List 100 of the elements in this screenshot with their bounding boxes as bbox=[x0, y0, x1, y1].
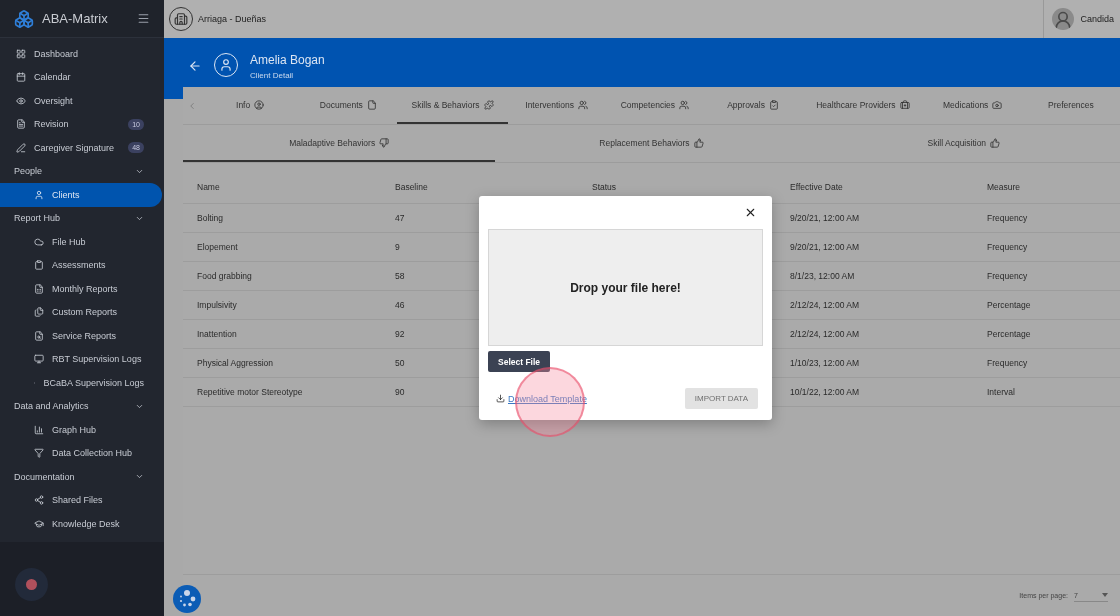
download-icon bbox=[496, 394, 505, 403]
sidebar-label: RBT Supervision Logs bbox=[52, 354, 143, 365]
tab[interactable]: Interventions bbox=[507, 87, 606, 124]
sidebar-item[interactable]: RBT Supervision Logs bbox=[0, 347, 162, 371]
back-arrow-icon[interactable] bbox=[188, 59, 202, 73]
table-cell: 2/12/24, 12:00 AM bbox=[790, 329, 859, 339]
sidebar-section[interactable]: Data and Analytics bbox=[0, 394, 164, 418]
cloud-icon bbox=[34, 236, 44, 247]
sidebar-section[interactable]: Documentation bbox=[0, 465, 164, 489]
file-drop-zone[interactable]: Drop your file here! bbox=[488, 229, 763, 346]
tab[interactable]: Info bbox=[201, 87, 300, 124]
tab[interactable]: Skill Acquisition bbox=[807, 125, 1120, 162]
sidebar-item[interactable]: Calendar bbox=[0, 65, 162, 89]
table-cell: Repetitive motor Stereotype bbox=[197, 387, 303, 397]
loading-button[interactable] bbox=[173, 585, 201, 613]
user-icon bbox=[34, 189, 44, 200]
sidebar-label: BCaBA Supervision Logs bbox=[43, 377, 144, 388]
table-cell: 50 bbox=[395, 358, 405, 368]
sidebar-label: Service Reports bbox=[52, 330, 118, 341]
sidebar-item[interactable]: Data Collection Hub bbox=[0, 441, 162, 465]
sidebar-item[interactable]: Oversight bbox=[0, 89, 162, 113]
sidebar-label: Oversight bbox=[34, 95, 74, 106]
section-label: Documentation bbox=[14, 471, 76, 482]
table-cell: Impulsivity bbox=[197, 300, 237, 310]
sidebar-item[interactable]: Knowledge Desk bbox=[0, 512, 162, 536]
pen-icon bbox=[16, 142, 26, 153]
eye-icon bbox=[16, 95, 26, 106]
clipboard-check-icon bbox=[769, 99, 779, 110]
avatar-icon[interactable] bbox=[1052, 8, 1075, 30]
document-icon bbox=[16, 119, 26, 130]
sidebar-label: Calendar bbox=[34, 72, 72, 83]
sidebar-item[interactable]: BCaBA Supervision Logs bbox=[0, 371, 162, 395]
calendar-icon bbox=[16, 72, 26, 83]
tab[interactable]: Approvals bbox=[703, 87, 803, 124]
thumbs-up-icon bbox=[990, 137, 1001, 148]
sidebar-item[interactable]: Graph Hub bbox=[0, 418, 162, 442]
table-cell: 46 bbox=[395, 300, 405, 310]
tab[interactable]: Skills & Behaviors bbox=[397, 87, 508, 124]
table-cell: Inattention bbox=[197, 329, 237, 339]
sidebar-label: Clients bbox=[52, 189, 81, 200]
tab[interactable]: Competencies bbox=[605, 87, 704, 124]
sidebar-section[interactable]: Report Hub bbox=[0, 206, 164, 230]
table-cell: 1/10/23, 12:00 AM bbox=[790, 358, 859, 368]
sidebar-item[interactable]: Assessments bbox=[0, 253, 162, 277]
app-name: ABA-Matrix bbox=[42, 11, 109, 26]
tab[interactable]: Maladaptive Behaviors bbox=[183, 125, 496, 162]
file-icon bbox=[366, 99, 377, 110]
sidebar-label: Caregiver Signature bbox=[34, 142, 116, 153]
table-cell: Percentage bbox=[987, 329, 1031, 339]
sidebar-label: File Hub bbox=[52, 236, 87, 247]
spreadsheet-icon bbox=[34, 283, 44, 294]
sidebar-item[interactable]: Service Reports bbox=[0, 324, 162, 348]
sidebar-label: Custom Reports bbox=[52, 307, 119, 318]
table-cell: Frequency bbox=[987, 213, 1028, 223]
record-button[interactable] bbox=[15, 568, 48, 601]
bar-chart-icon bbox=[34, 424, 44, 435]
tab[interactable]: Preferences bbox=[1021, 87, 1120, 124]
table-cell: 2/12/24, 12:00 AM bbox=[790, 300, 859, 310]
table-cell: Frequency bbox=[987, 358, 1028, 368]
page-subtitle: Client Detail bbox=[250, 71, 295, 80]
sidebar-item[interactable]: Shared Files bbox=[0, 488, 162, 512]
sidebar-item[interactable]: Monthly Reports bbox=[0, 277, 162, 301]
tab[interactable]: Medications bbox=[923, 87, 1022, 124]
filter-icon bbox=[34, 448, 44, 459]
column-header: Name bbox=[197, 182, 220, 192]
files-icon bbox=[34, 307, 44, 318]
section-label: Data and Analytics bbox=[14, 401, 90, 412]
sidebar-item[interactable]: Dashboard bbox=[0, 42, 162, 66]
user-circle-icon bbox=[254, 99, 265, 110]
sidebar-item[interactable]: Clients bbox=[0, 183, 162, 207]
users-icon bbox=[679, 99, 689, 110]
clipboard-icon bbox=[34, 260, 44, 271]
table-cell: 92 bbox=[395, 329, 405, 339]
table-cell: 90 bbox=[395, 387, 405, 397]
sidebar-item[interactable]: Custom Reports bbox=[0, 300, 162, 324]
table-cell: 10/1/22, 12:00 AM bbox=[790, 387, 859, 397]
tab[interactable]: Replacement Behaviors bbox=[495, 125, 808, 162]
tab[interactable]: Documents bbox=[299, 87, 398, 124]
table-cell: 9/20/21, 12:00 AM bbox=[790, 242, 859, 252]
table-cell: 58 bbox=[395, 271, 405, 281]
sidebar-label: Graph Hub bbox=[52, 424, 98, 435]
thumbs-up-icon bbox=[693, 137, 704, 148]
section-label: Report Hub bbox=[14, 213, 62, 224]
sidebar-label: Knowledge Desk bbox=[52, 518, 121, 529]
close-button[interactable] bbox=[744, 206, 757, 219]
graduation-cap-icon bbox=[34, 518, 44, 529]
users-icon bbox=[577, 99, 588, 110]
menu-icon[interactable] bbox=[137, 12, 150, 25]
table-cell: Frequency bbox=[987, 242, 1028, 252]
dropdown-caret-icon bbox=[1102, 593, 1108, 597]
tab[interactable]: Healthcare Providers bbox=[802, 87, 924, 124]
user-name: Candida bbox=[1080, 14, 1114, 24]
sidebar-section[interactable]: People bbox=[0, 159, 164, 183]
sidebar-label: Data Collection Hub bbox=[52, 448, 134, 459]
camera-icon bbox=[992, 99, 1003, 110]
organization-name: Arriaga - Dueñas bbox=[198, 14, 268, 24]
table-cell: Frequency bbox=[987, 271, 1028, 281]
table-cell: 9 bbox=[395, 242, 400, 252]
select-file-button[interactable]: Select File bbox=[488, 351, 551, 372]
sidebar-item[interactable]: File Hub bbox=[0, 230, 162, 254]
